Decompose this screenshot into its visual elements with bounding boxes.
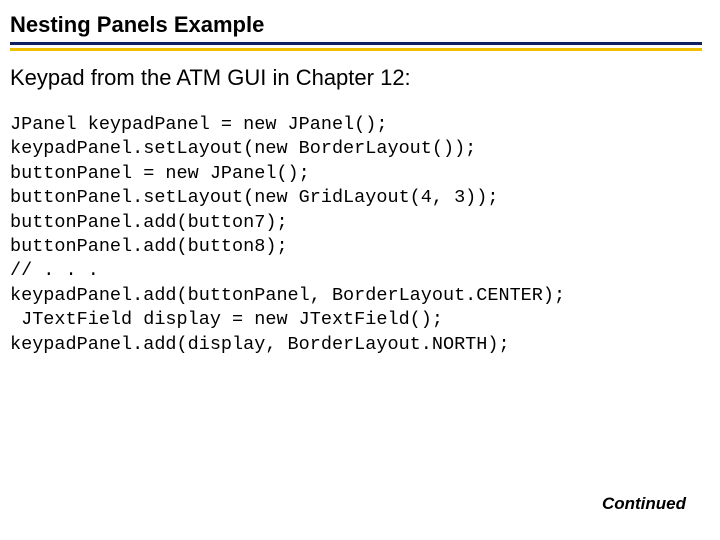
- divider-gold: [10, 48, 702, 51]
- code-block: JPanel keypadPanel = new JPanel(); keypa…: [10, 113, 702, 357]
- divider-navy: [10, 42, 702, 45]
- slide-subtitle: Keypad from the ATM GUI in Chapter 12:: [10, 65, 702, 91]
- slide: Nesting Panels Example Keypad from the A…: [0, 0, 720, 540]
- continued-label: Continued: [602, 494, 686, 514]
- slide-title: Nesting Panels Example: [10, 12, 702, 38]
